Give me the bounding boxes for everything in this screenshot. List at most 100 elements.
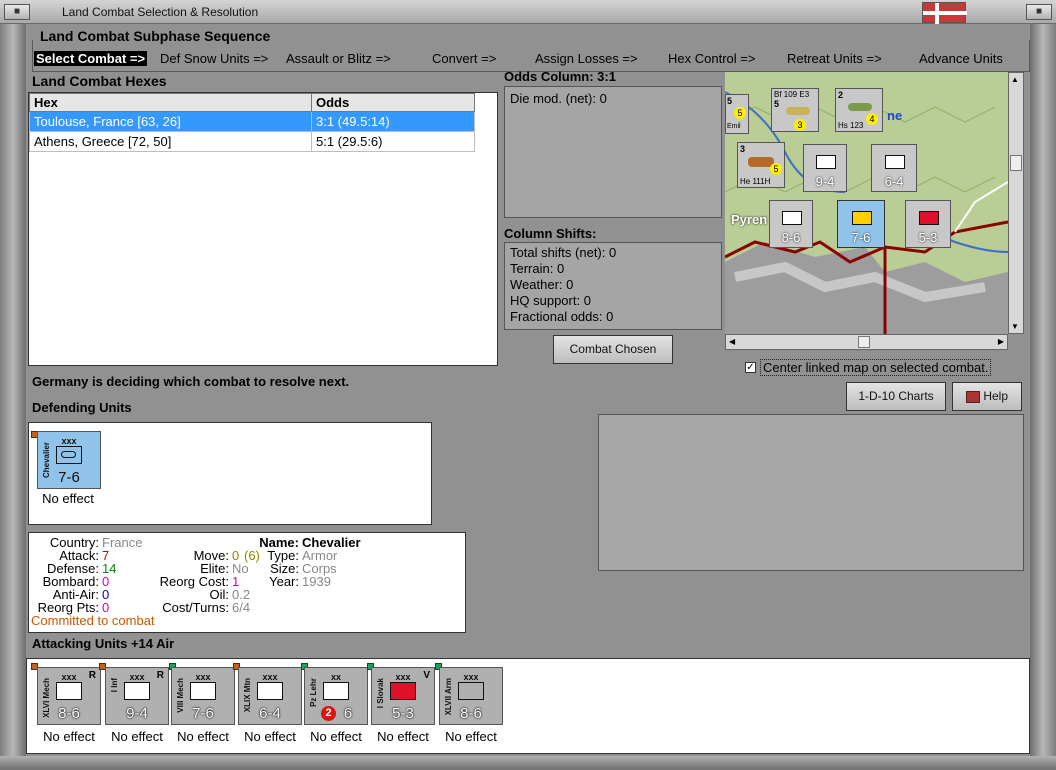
main-area: Land Combat Subphase Sequence Select Com…	[26, 24, 1030, 756]
close-button[interactable]: ■	[1026, 4, 1052, 20]
table-row[interactable]: Toulouse, France [63, 26] 3:1 (49.5:14)	[29, 111, 475, 132]
map-label-ne: ne	[887, 108, 903, 123]
unit-result: No effect	[177, 729, 229, 744]
defending-unit-counter[interactable]: xxx Chevalier 7-6	[37, 431, 101, 489]
results-panel	[598, 414, 1024, 571]
scroll-right-icon[interactable]: ▶	[998, 337, 1004, 346]
attacking-unit-counter[interactable]: xxx VIII Mech 7-6	[171, 667, 235, 725]
unit-corner: R	[156, 670, 164, 681]
mech-icon	[190, 682, 216, 700]
scroll-up-icon[interactable]: ▲	[1011, 75, 1019, 84]
attacking-unit-counter[interactable]: xx Pz Lehr 2 6	[304, 667, 368, 725]
shift-weather: Weather: 0	[510, 277, 574, 292]
status-text: Germany is deciding which combat to reso…	[32, 374, 350, 389]
attacking-unit-counter[interactable]: xxx XLIX Mtn 6-4	[238, 667, 302, 725]
shift-total: Total shifts (net): 0	[510, 245, 617, 260]
scroll-thumb[interactable]	[1010, 155, 1022, 171]
column-shifts-panel: Total shifts (net): 0 Terrain: 0 Weather…	[504, 242, 722, 330]
unit-result: No effect	[43, 729, 95, 744]
map-land-counter[interactable]: 7-6	[837, 200, 885, 248]
scroll-left-icon[interactable]: ◀	[729, 337, 735, 346]
armor-icon	[56, 446, 82, 464]
scroll-thumb[interactable]	[858, 336, 870, 348]
unit-name: Pz Lehr	[309, 678, 318, 707]
attacking-unit-counter[interactable]: xxx XLVII Arm 8-6	[439, 667, 503, 725]
map-air-counter[interactable]: Bf 109 E3 5 3	[771, 88, 819, 132]
unit-strength: 8-6	[58, 705, 80, 722]
unit-strength: 7-6	[192, 705, 214, 722]
unit-result: No effect	[111, 729, 163, 744]
air-counter-n: 5	[727, 96, 733, 106]
unit-result: No effect	[445, 729, 497, 744]
committed-text: Committed to combat	[31, 613, 155, 628]
shift-fractional: Fractional odds: 0	[510, 309, 614, 324]
system-menu-button[interactable]: ■	[4, 4, 30, 20]
map-counter-strength: 9-4	[815, 174, 835, 189]
attacking-title: Attacking Units +14 Air	[32, 636, 175, 651]
air-counter-name: Emil	[727, 123, 741, 130]
map-counter-strength: 7-6	[851, 230, 871, 245]
odds-column-header[interactable]: Odds	[311, 93, 475, 112]
unit-name: I Inf	[110, 678, 119, 693]
charts-button[interactable]: 1-D-10 Charts	[846, 382, 946, 411]
odds-panel: Die mod. (net): 0	[504, 86, 722, 218]
unit-strength: 5-3	[392, 705, 414, 722]
center-map-checkbox[interactable]: ✓	[745, 362, 756, 373]
attacking-unit-counter[interactable]: xxx R I Inf 9-4	[105, 667, 169, 725]
map-land-counter[interactable]: 8-6	[769, 200, 813, 248]
map-counter-strength: 8-6	[781, 230, 801, 245]
map-air-counter[interactable]: Hs 123 2 4	[835, 88, 883, 132]
mountain-icon	[257, 682, 283, 700]
unit-corner: V	[423, 670, 430, 681]
scroll-down-icon[interactable]: ▼	[1011, 322, 1019, 331]
map-land-counter[interactable]: 9-4	[803, 144, 847, 192]
map-air-counter[interactable]: Emil 5 5	[725, 94, 749, 134]
map-horizontal-scrollbar[interactable]: ◀ ▶	[725, 334, 1008, 350]
hex-cell[interactable]: Athens, Greece [72, 50]	[29, 131, 312, 152]
mech-icon	[56, 682, 82, 700]
attacking-panel: xxx R XLVI Mech 8-6 No effect xxx R I In…	[26, 658, 1030, 754]
window-frame-right	[1030, 24, 1056, 770]
air-counter-badge: 3	[794, 119, 806, 131]
air-counter-n: 2	[838, 90, 844, 100]
air-counter-badge: 4	[866, 113, 878, 125]
die-mod-text: Die mod. (net): 0	[510, 91, 607, 106]
map-land-counter[interactable]: 5-3	[905, 200, 951, 248]
odds-cell[interactable]: 3:1 (49.5:14)	[311, 111, 475, 132]
odds-column-title: Odds Column: 3:1	[504, 69, 616, 84]
air-counter-badge: 5	[770, 163, 782, 175]
unit-name: I Slovak	[376, 678, 385, 709]
linked-map[interactable]: Pyren ne Bf 109 E3 5 3 Hs 123 2 4 He 111…	[725, 72, 1008, 334]
plane-icon	[786, 107, 810, 115]
hex-column-header[interactable]: Hex	[29, 93, 312, 112]
defending-title: Defending Units	[32, 400, 132, 415]
armor-icon	[458, 682, 484, 700]
map-land-counter[interactable]: 6-4	[871, 144, 917, 192]
air-counter-name: He 111H	[740, 177, 771, 186]
combat-chosen-button[interactable]: Combat Chosen	[553, 335, 673, 364]
unit-strength: 7-6	[58, 469, 80, 486]
air-counter-name: Hs 123	[838, 121, 864, 130]
mountain-icon	[885, 155, 905, 169]
attacking-unit-counter[interactable]: xxx V I Slovak 5-3	[371, 667, 435, 725]
air-counter-n: 3	[740, 144, 746, 154]
hex-cell[interactable]: Toulouse, France [63, 26]	[29, 111, 312, 132]
map-vertical-scrollbar[interactable]: ▲ ▼	[1008, 72, 1024, 334]
map-counter-strength: 5-3	[918, 230, 938, 245]
mountain-icon	[919, 211, 939, 225]
table-row[interactable]: Athens, Greece [72, 50] 5:1 (29.5:6)	[29, 131, 475, 152]
unit-info-panel: Country: France Attack: 7 Defense: 14 Bo…	[28, 532, 466, 633]
unit-strength: 8-6	[460, 705, 482, 722]
hexes-table-panel: Hex Odds Toulouse, France [63, 26] 3:1 (…	[28, 92, 498, 366]
subphase-assault-blitz: Assault or Blitz =>	[286, 51, 391, 66]
center-map-label[interactable]: Center linked map on selected combat.	[760, 359, 992, 376]
subphase-def-snow: Def Snow Units =>	[160, 51, 269, 66]
germany-flag-icon	[922, 2, 967, 24]
help-button[interactable]: Help	[952, 382, 1022, 411]
year-value: 1939	[302, 574, 331, 589]
map-air-counter[interactable]: He 111H 3 5	[737, 142, 785, 188]
column-shifts-title: Column Shifts:	[504, 226, 597, 241]
attacking-unit-counter[interactable]: xxx R XLVI Mech 8-6	[37, 667, 101, 725]
odds-cell[interactable]: 5:1 (29.5:6)	[311, 131, 475, 152]
book-icon	[965, 390, 980, 403]
